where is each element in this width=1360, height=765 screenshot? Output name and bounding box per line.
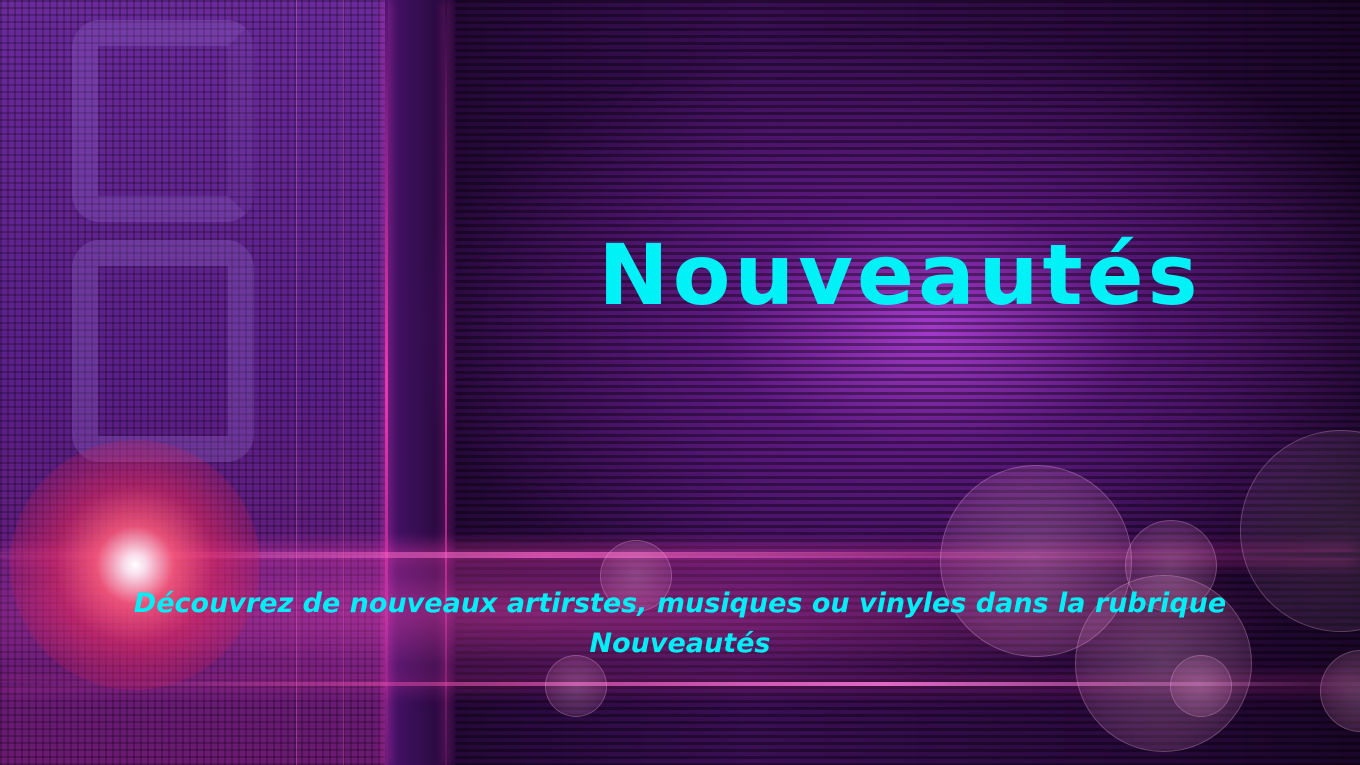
banner-slide: Nouveautés Découvrez de nouveaux artirst… [0, 0, 1360, 765]
description-line-1: Découvrez de nouveaux artirstes, musique… [133, 588, 1227, 619]
description-line-2: Nouveautés [589, 628, 771, 659]
page-title: Nouveautés [598, 226, 1202, 324]
description-text: Découvrez de nouveaux artirstes, musique… [20, 584, 1340, 664]
background-shape [72, 20, 254, 222]
background-shape [72, 240, 254, 462]
bokeh-circle [1170, 655, 1232, 717]
bokeh-circle [545, 655, 607, 717]
